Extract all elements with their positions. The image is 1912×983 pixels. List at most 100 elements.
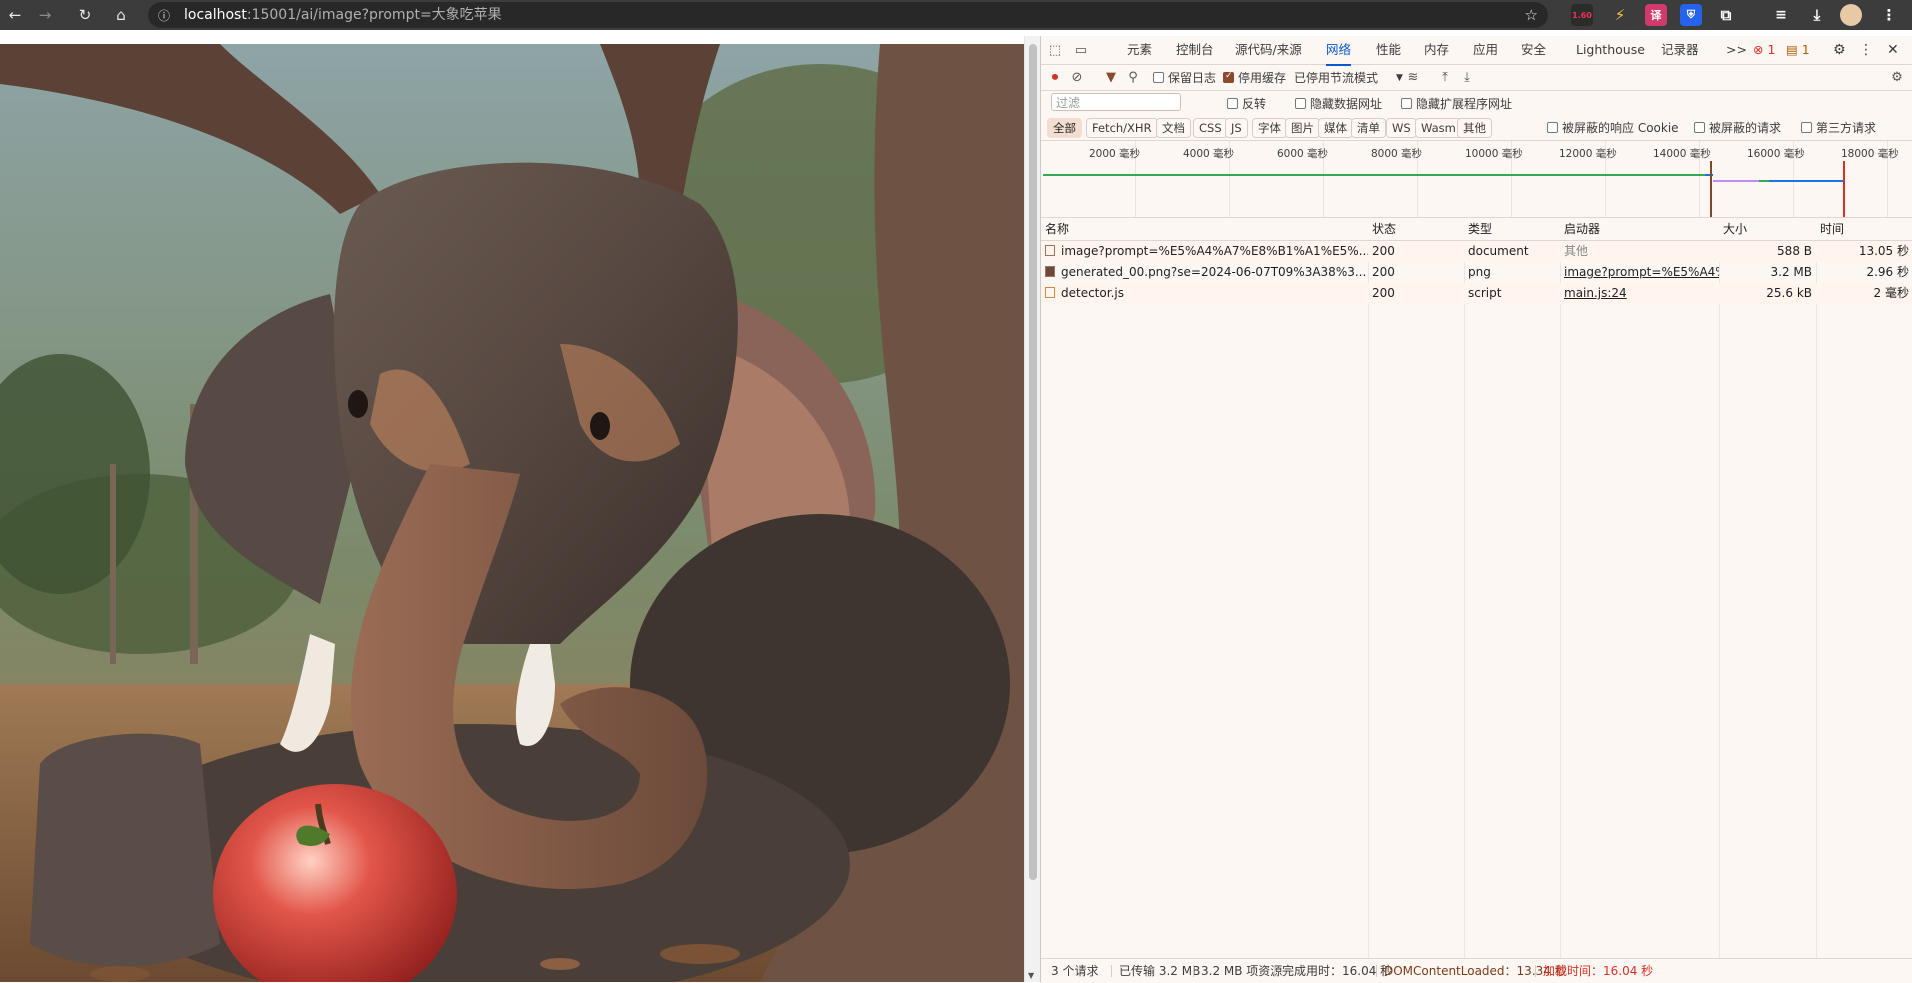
reload-icon[interactable]: ↻	[70, 0, 100, 30]
column-header-initiator[interactable]: 启动器	[1560, 218, 1719, 240]
type-filter-css[interactable]: CSS	[1193, 118, 1228, 138]
type-filter-font[interactable]: 字体	[1252, 118, 1287, 138]
inspect-element-icon[interactable]: ⬚	[1045, 40, 1065, 60]
invert-checkbox[interactable]: 反转	[1227, 95, 1266, 112]
table-row[interactable]: image?prompt=%E5%A4%A7%E8%B1%A1%E5%... 2…	[1041, 241, 1912, 262]
throttling-select[interactable]: 已停用节流模式 ▼	[1294, 69, 1403, 86]
browser-menu-icon[interactable]: ⋮	[1878, 4, 1900, 26]
type-filter-all[interactable]: 全部	[1047, 118, 1082, 138]
more-tabs-chevron-icon[interactable]: >>	[1726, 36, 1747, 64]
blocked-cookies-checkbox[interactable]: 被屏蔽的响应 Cookie	[1547, 119, 1679, 136]
tab-console[interactable]: 控制台	[1176, 36, 1214, 64]
request-name[interactable]: image?prompt=%E5%A4%A7%E8%B1%A1%E5%...	[1041, 241, 1368, 262]
type-filter-img[interactable]: 图片	[1285, 118, 1320, 138]
page-scrollbar[interactable]: ▼	[1024, 36, 1040, 982]
import-har-icon[interactable]: ⤒	[1435, 67, 1455, 87]
tab-performance[interactable]: 性能	[1376, 36, 1401, 64]
disable-cache-checkbox[interactable]: 停用缓存	[1223, 69, 1286, 86]
overview-tick-label: 14000 毫秒	[1653, 148, 1711, 160]
type-filter-manifest[interactable]: 清单	[1351, 118, 1386, 138]
table-row[interactable]: generated_00.png?se=2024-06-07T09%3A38%3…	[1041, 262, 1912, 283]
tab-elements[interactable]: 元素	[1127, 36, 1152, 64]
resources-size: 3.2 MB 项资源	[1201, 964, 1283, 978]
scroll-down-arrow-icon[interactable]: ▼	[1028, 971, 1034, 980]
device-toolbar-icon[interactable]: ▭	[1071, 40, 1091, 60]
type-filter-fetch-xhr[interactable]: Fetch/XHR	[1086, 118, 1158, 138]
back-icon[interactable]: ←	[0, 0, 30, 30]
tab-memory[interactable]: 内存	[1424, 36, 1449, 64]
column-divider[interactable]	[1816, 218, 1817, 982]
tab-lighthouse[interactable]: Lighthouse	[1576, 36, 1645, 64]
type-filter-wasm[interactable]: Wasm	[1415, 118, 1462, 138]
hide-extension-urls-box[interactable]	[1401, 98, 1412, 109]
forward-icon[interactable]: →	[30, 0, 60, 30]
message-count-badge[interactable]: ▤ 1	[1786, 36, 1810, 64]
invert-box[interactable]	[1227, 98, 1238, 109]
network-overview-timeline[interactable]: 2000 毫秒 4000 毫秒 6000 毫秒 8000 毫秒 10000 毫秒…	[1041, 141, 1912, 218]
column-header-name[interactable]: 名称	[1041, 218, 1368, 240]
tab-security[interactable]: 安全	[1521, 36, 1546, 64]
request-initiator-link[interactable]: image?prompt=%E5%A4%	[1560, 262, 1719, 283]
devtools-menu-icon[interactable]: ⋮	[1859, 36, 1873, 64]
lightning-extension-icon[interactable]: ⚡	[1609, 4, 1631, 26]
column-header-status[interactable]: 状态	[1368, 218, 1464, 240]
hide-data-urls-checkbox[interactable]: 隐藏数据网址	[1295, 95, 1382, 112]
type-filter-ws[interactable]: WS	[1386, 118, 1417, 138]
download-icon[interactable]: ⤓	[1806, 4, 1828, 26]
hide-extension-urls-checkbox[interactable]: 隐藏扩展程序网址	[1401, 95, 1512, 112]
column-header-type[interactable]: 类型	[1464, 218, 1560, 240]
record-stop-icon[interactable]: ⏺	[1045, 67, 1065, 87]
table-row[interactable]: detector.js 200 script main.js:24 25.6 k…	[1041, 283, 1912, 304]
request-name[interactable]: detector.js	[1041, 283, 1368, 304]
overview-tick-label: 16000 毫秒	[1747, 148, 1805, 160]
page-scrollbar-thumb[interactable]	[1029, 44, 1037, 880]
blocked-requests-box[interactable]	[1694, 122, 1705, 133]
disable-cache-box[interactable]	[1223, 71, 1234, 83]
tab-recorder[interactable]: 记录器	[1661, 36, 1699, 64]
extensions-puzzle-icon[interactable]: ⧉	[1715, 4, 1737, 26]
devtools-close-icon[interactable]: ✕	[1887, 36, 1899, 64]
tab-application[interactable]: 应用	[1473, 36, 1498, 64]
filter-icon[interactable]: ▼	[1101, 67, 1121, 87]
request-initiator-link[interactable]: main.js:24	[1560, 283, 1719, 304]
shield-extension-icon[interactable]: ⛨	[1680, 4, 1702, 26]
column-header-time[interactable]: 时间	[1816, 218, 1912, 240]
clear-icon[interactable]: ⊘	[1067, 67, 1087, 87]
search-icon[interactable]: ⚲	[1123, 67, 1143, 87]
extension-badge-icon[interactable]: 1.60	[1571, 4, 1593, 26]
bookmark-star-icon[interactable]: ☆	[1525, 2, 1538, 28]
error-count-badge[interactable]: ⊗ 1	[1753, 36, 1775, 64]
request-name[interactable]: generated_00.png?se=2024-06-07T09%3A38%3…	[1041, 262, 1368, 283]
type-filter-other[interactable]: 其他	[1457, 118, 1492, 138]
column-divider[interactable]	[1719, 218, 1720, 982]
type-filter-js[interactable]: JS	[1225, 118, 1248, 138]
url-text[interactable]: localhost:15001/ai/image?prompt=大象吃苹果	[184, 2, 502, 28]
export-har-icon[interactable]: ⤓	[1457, 67, 1477, 87]
home-icon[interactable]: ⌂	[106, 0, 136, 30]
profile-avatar[interactable]	[1840, 4, 1862, 26]
blocked-requests-checkbox[interactable]: 被屏蔽的请求	[1694, 119, 1781, 136]
address-bar[interactable]: ⓘ localhost:15001/ai/image?prompt=大象吃苹果 …	[148, 2, 1548, 28]
translate-extension-icon[interactable]: 译	[1645, 4, 1667, 26]
filter-input[interactable]: 过滤	[1051, 93, 1181, 111]
type-filter-media[interactable]: 媒体	[1318, 118, 1353, 138]
reading-list-icon[interactable]: ≡	[1770, 4, 1792, 26]
column-divider[interactable]	[1560, 218, 1561, 982]
preserve-log-box[interactable]	[1153, 72, 1164, 83]
column-divider[interactable]	[1464, 218, 1465, 982]
blocked-cookies-box[interactable]	[1547, 122, 1558, 133]
network-settings-gear-icon[interactable]: ⚙	[1887, 67, 1907, 87]
type-filter-doc[interactable]: 文档	[1156, 118, 1191, 138]
preserve-log-checkbox[interactable]: 保留日志	[1153, 69, 1216, 86]
third-party-box[interactable]	[1801, 122, 1812, 133]
request-count: 3 个请求	[1051, 964, 1099, 978]
tab-sources[interactable]: 源代码/来源	[1235, 36, 1302, 64]
column-header-size[interactable]: 大小	[1719, 218, 1816, 240]
tab-network[interactable]: 网络	[1326, 36, 1352, 66]
third-party-checkbox[interactable]: 第三方请求	[1801, 119, 1876, 136]
site-info-icon[interactable]: ⓘ	[158, 2, 170, 28]
network-conditions-icon[interactable]: ≋	[1403, 67, 1423, 87]
devtools-settings-gear-icon[interactable]: ⚙	[1833, 36, 1846, 64]
hide-data-urls-box[interactable]	[1295, 98, 1306, 109]
column-divider[interactable]	[1368, 218, 1369, 982]
